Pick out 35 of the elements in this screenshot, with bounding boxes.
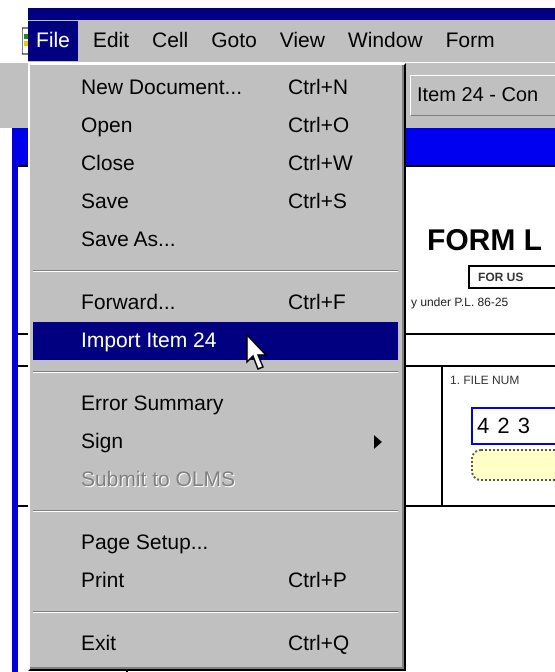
menu-item[interactable]: Page Setup... [33,524,398,562]
submenu-arrow-icon [374,435,382,449]
menu-title[interactable]: Window [340,21,431,61]
menu-item[interactable]: Save As... [33,221,398,259]
menu-item[interactable]: Import Item 24 [33,322,398,360]
window-title: Item 24 - Con [410,75,555,116]
menu-item[interactable]: Open Ctrl+O [33,107,398,145]
shortcut-label: Ctrl+P [288,569,347,593]
shortcut-label: Ctrl+N [288,76,348,100]
menu-title[interactable]: Goto [203,21,265,61]
form-subtitle: y under P.L. 86-25 [411,295,508,309]
menu-item[interactable]: New Document... Ctrl+N [33,69,398,107]
cursor-icon [246,334,268,372]
menu-title[interactable]: View [272,21,333,61]
shortcut-label: Ctrl+W [288,152,353,176]
menu-title[interactable]: File [28,21,78,61]
menu-item[interactable]: Exit Ctrl+Q [33,625,398,663]
shortcut-label: Ctrl+F [288,291,346,315]
shortcut-label: Ctrl+S [288,190,347,214]
shortcut-label: Ctrl+Q [288,632,350,656]
menu-title[interactable]: Edit [84,21,138,61]
menu-item[interactable]: Error Summary [33,385,398,423]
menu-item[interactable]: Close Ctrl+W [33,145,398,183]
shortcut-label: Ctrl+O [288,114,350,138]
form-title: FORM L [427,225,542,257]
input-field[interactable]: 4 2 3 [471,407,555,445]
menu-title[interactable]: Form [438,21,503,61]
menu-item[interactable]: Print Ctrl+P [33,562,398,600]
field-label: 1. FILE NUM [450,373,520,387]
menu-item[interactable]: Save Ctrl+S [33,183,398,221]
menu-title[interactable]: Cell [144,21,196,61]
note-button[interactable] [471,449,555,481]
menu-item[interactable]: Forward... Ctrl+F [33,284,398,322]
form-label: FOR US [468,265,555,289]
menu-item[interactable]: Sign [33,423,398,461]
